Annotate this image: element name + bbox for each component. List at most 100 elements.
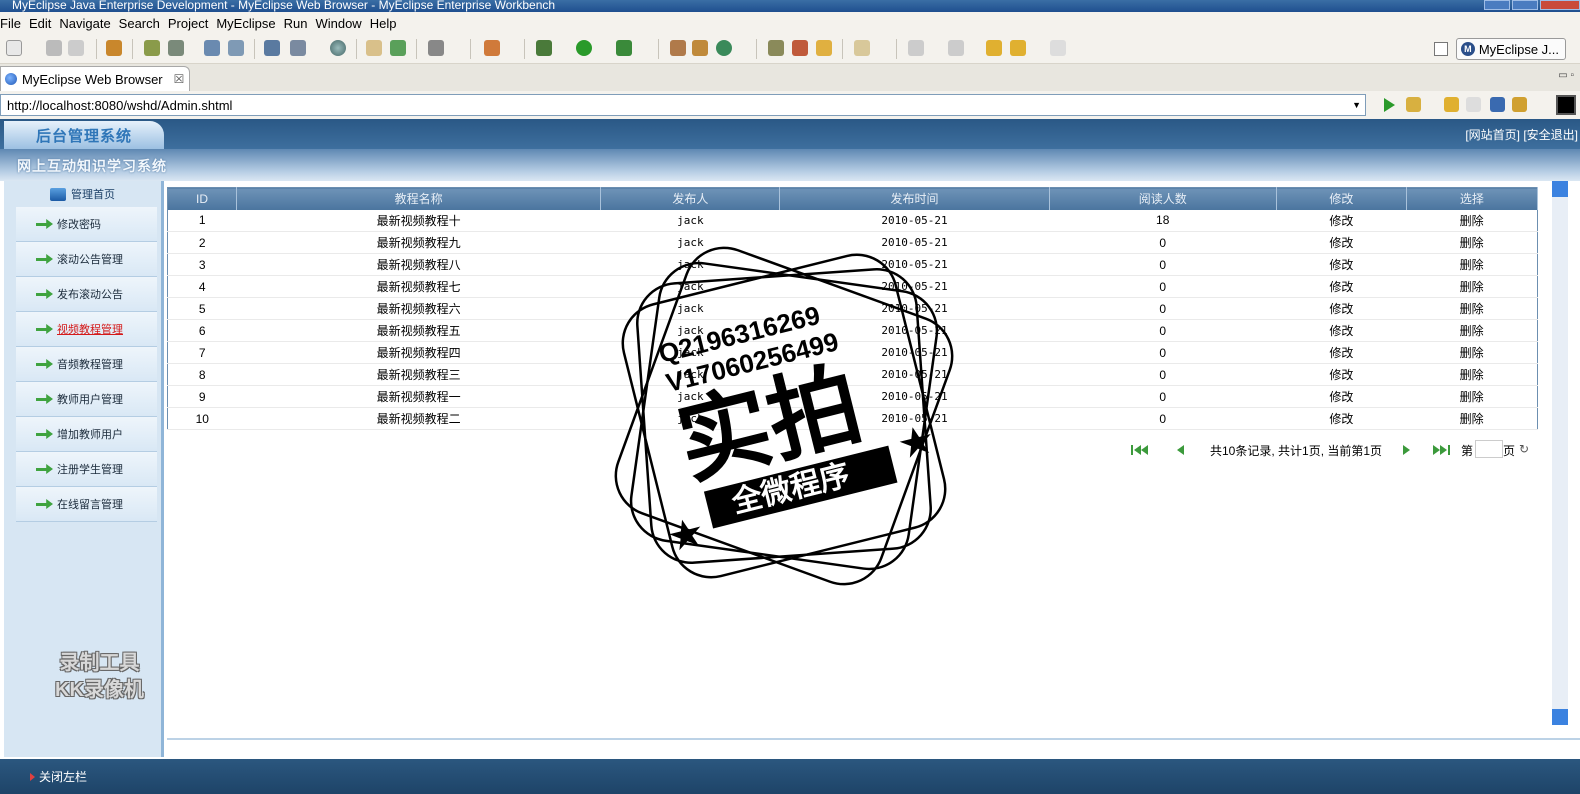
folder-icon[interactable]	[366, 40, 382, 56]
edit-link[interactable]: 修改	[1276, 253, 1407, 276]
sidebar-item-publish-notice[interactable]: 发布滚动公告	[16, 277, 157, 312]
sidebar-item-student-manage[interactable]: 注册学生管理	[16, 452, 157, 487]
next-page-icon[interactable]	[1403, 445, 1410, 455]
run-icon[interactable]	[576, 40, 592, 56]
edit-link[interactable]: 修改	[1276, 209, 1407, 232]
edit-link[interactable]: 修改	[1276, 363, 1407, 386]
class-icon[interactable]	[692, 40, 708, 56]
sidebar-item-message-manage[interactable]: 在线留言管理	[16, 487, 157, 522]
delete-link[interactable]: 删除	[1406, 231, 1538, 254]
delete-link[interactable]: 删除	[1406, 297, 1538, 320]
edit-link[interactable]: 修改	[1276, 231, 1407, 254]
prev-page-icon[interactable]	[1177, 445, 1184, 455]
package-icon[interactable]	[106, 40, 122, 56]
vertical-scrollbar[interactable]	[1552, 181, 1568, 725]
save-icon[interactable]	[46, 40, 62, 56]
url-dropdown-icon[interactable]: ▼	[1352, 100, 1361, 110]
delete-link[interactable]: 删除	[1406, 275, 1538, 298]
recorder-line-1: 录制工具	[59, 652, 140, 674]
debug-icon[interactable]	[536, 40, 552, 56]
menu-project[interactable]: Project	[168, 16, 216, 31]
menu-navigate[interactable]: Navigate	[59, 16, 118, 31]
view-controls[interactable]: ▭ ▫	[1558, 70, 1574, 81]
deploy-icon[interactable]	[144, 40, 160, 56]
edit-link[interactable]: 修改	[1276, 407, 1407, 430]
new-folder-icon[interactable]	[390, 40, 406, 56]
delete-link[interactable]: 删除	[1406, 209, 1538, 232]
menu-myeclipse[interactable]: MyEclipse	[216, 16, 283, 31]
sidebar-item-video-manage[interactable]: 视频教程管理	[16, 312, 157, 347]
refresh-icon[interactable]	[716, 40, 732, 56]
console-icon[interactable]	[1556, 95, 1576, 115]
menu-edit[interactable]: Edit	[29, 16, 59, 31]
menu-run[interactable]: Run	[284, 16, 316, 31]
db-icon[interactable]	[264, 40, 280, 56]
delete-link[interactable]: 删除	[1406, 341, 1538, 364]
globe-icon[interactable]	[330, 40, 346, 56]
go-icon[interactable]	[1384, 98, 1395, 112]
page-number-input[interactable]	[1475, 440, 1503, 458]
edit-link[interactable]: 修改	[1276, 297, 1407, 320]
browser-forward-icon[interactable]	[1466, 97, 1481, 112]
camera-icon[interactable]	[428, 40, 444, 56]
back-icon[interactable]	[1010, 40, 1026, 56]
new-file-icon[interactable]	[6, 40, 22, 56]
menu-file[interactable]: File	[0, 16, 29, 31]
tab-web-browser[interactable]: MyEclipse Web Browser ☒	[0, 66, 190, 91]
open-perspective-icon[interactable]	[1434, 42, 1448, 56]
external-tools-icon[interactable]	[616, 40, 632, 56]
maximize-button[interactable]	[1512, 0, 1538, 10]
sidebar-item-change-password[interactable]: 修改密码	[16, 207, 157, 242]
sidebar-item-audio-manage[interactable]: 音频教程管理	[16, 347, 157, 382]
close-sidebar-toggle[interactable]: 关闭左栏	[30, 768, 87, 785]
scroll-down-button[interactable]	[1552, 709, 1568, 725]
browser-refresh-icon[interactable]	[1512, 97, 1527, 112]
edit-link[interactable]: 修改	[1276, 319, 1407, 342]
sidebar-item-teacher-manage[interactable]: 教师用户管理	[16, 382, 157, 417]
print-icon[interactable]	[68, 40, 84, 56]
sidebar-item-notice-manage[interactable]: 滚动公告管理	[16, 242, 157, 277]
open-resource-icon[interactable]	[228, 40, 244, 56]
stop-icon[interactable]	[1490, 97, 1505, 112]
edit-link[interactable]: 修改	[1276, 275, 1407, 298]
perspective-switcher[interactable]: M MyEclipse J...	[1455, 38, 1566, 60]
menu-search[interactable]: Search	[119, 16, 168, 31]
go-page-icon[interactable]: ↻	[1519, 442, 1529, 456]
search-file-icon[interactable]	[670, 40, 686, 56]
delete-link[interactable]: 删除	[1406, 363, 1538, 386]
forward-icon[interactable]	[1050, 40, 1066, 56]
export-icon[interactable]	[290, 40, 306, 56]
new-wizard-icon[interactable]	[484, 40, 500, 56]
scroll-up-button[interactable]	[1552, 181, 1568, 197]
prev-annotation-icon[interactable]	[948, 40, 964, 56]
delete-link[interactable]: 删除	[1406, 319, 1538, 342]
delete-link[interactable]: 删除	[1406, 407, 1538, 430]
menu-window[interactable]: Window	[315, 16, 369, 31]
close-tab-icon[interactable]: ☒	[174, 72, 185, 86]
last-page-icon[interactable]	[1433, 445, 1453, 455]
edit-link[interactable]: 修改	[1276, 385, 1407, 408]
first-page-icon[interactable]	[1131, 445, 1151, 455]
favorites-icon[interactable]	[1406, 97, 1421, 112]
launch-icon[interactable]	[792, 40, 808, 56]
menu-help[interactable]: Help	[370, 16, 405, 31]
server-icon[interactable]	[168, 40, 184, 56]
edit-link[interactable]: 修改	[1276, 341, 1407, 364]
sidebar-item-add-teacher[interactable]: 增加教师用户	[16, 417, 157, 452]
url-field[interactable]: http://localhost:8080/wshd/Admin.shtml ▼	[0, 94, 1366, 116]
browser-back-icon[interactable]	[1444, 97, 1459, 112]
workspace-icon[interactable]	[854, 40, 870, 56]
open-folder-icon[interactable]	[816, 40, 832, 56]
sidebar-home[interactable]: 管理首页	[4, 181, 161, 207]
col-header-publisher: 发布人	[600, 187, 781, 210]
minimize-button[interactable]	[1484, 0, 1510, 10]
tasks-icon[interactable]	[768, 40, 784, 56]
open-type-icon[interactable]	[204, 40, 220, 56]
site-home-link[interactable]: [网站首页]	[1465, 128, 1520, 142]
logout-link[interactable]: [安全退出]	[1523, 128, 1578, 142]
last-edit-icon[interactable]	[986, 40, 1002, 56]
delete-link[interactable]: 删除	[1406, 385, 1538, 408]
next-annotation-icon[interactable]	[908, 40, 924, 56]
delete-link[interactable]: 删除	[1406, 253, 1538, 276]
close-window-button[interactable]	[1540, 0, 1580, 10]
